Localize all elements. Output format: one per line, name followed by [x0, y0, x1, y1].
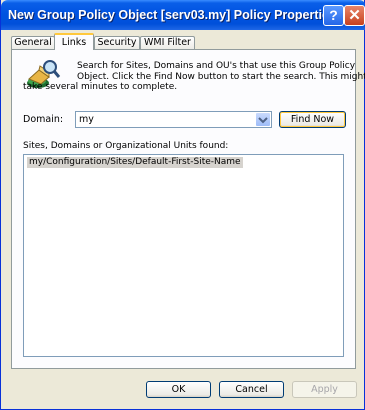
ok-button[interactable]: OK — [146, 381, 211, 398]
domain-value: my — [79, 114, 94, 125]
search-description: Search for Sites, Domains and OU's that … — [23, 61, 365, 92]
cancel-button[interactable]: Cancel — [219, 381, 284, 398]
tab-security[interactable]: Security — [94, 36, 140, 49]
title-bar[interactable]: New Group Policy Object [serv03.my] Poli… — [1, 0, 365, 30]
description-line: take several minutes to complete. — [23, 82, 178, 92]
apply-button[interactable]: Apply — [292, 381, 357, 398]
tab-general[interactable]: General — [11, 36, 55, 49]
list-item[interactable]: my/Configuration/Sites/Default-First-Sit… — [27, 157, 243, 168]
tab-wmi-filter[interactable]: WMI Filter — [140, 36, 195, 49]
properties-dialog: New Group Policy Object [serv03.my] Poli… — [0, 0, 365, 410]
domain-dropdown[interactable]: my — [75, 111, 272, 128]
results-label: Sites, Domains or Organizational Units f… — [23, 141, 229, 151]
chevron-down-icon[interactable] — [256, 113, 270, 126]
description-line: Search for Sites, Domains and OU's that … — [77, 61, 356, 71]
find-now-button[interactable]: Find Now — [279, 111, 346, 128]
close-button[interactable]: ✕ — [344, 5, 365, 26]
window-title: New Group Policy Object [serv03.my] Poli… — [8, 8, 336, 22]
tab-links[interactable]: Links — [54, 33, 94, 50]
help-button[interactable]: ? — [323, 5, 344, 26]
domain-label: Domain: — [23, 114, 64, 125]
results-list[interactable]: my/Configuration/Sites/Default-First-Sit… — [23, 154, 344, 357]
description-line: Object. Click the Find Now button to sta… — [77, 71, 365, 82]
